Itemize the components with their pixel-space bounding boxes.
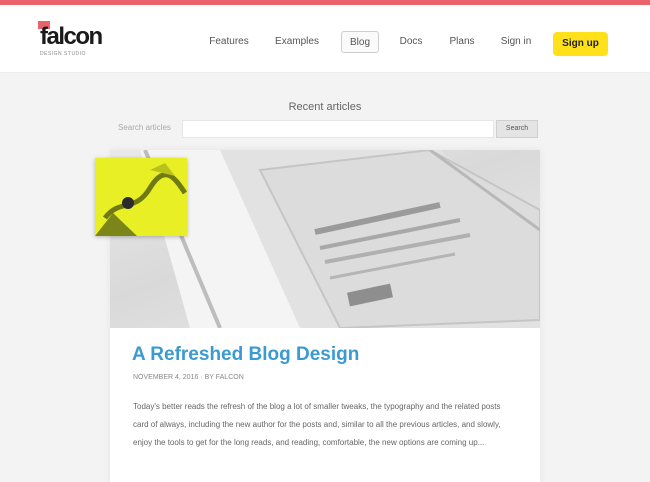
nav-item-examples[interactable]: Examples: [272, 31, 322, 53]
site-logo[interactable]: falcon DESIGN STUDIO: [38, 21, 118, 57]
article-search-bar: Search articles Search: [112, 120, 538, 138]
site-header: falcon DESIGN STUDIO Features Examples B…: [0, 5, 650, 73]
search-label: Search articles: [118, 123, 171, 132]
nav-item-sign-in[interactable]: Sign in: [500, 31, 532, 53]
article-excerpt: Today's better reads the refresh of the …: [133, 402, 501, 447]
search-input[interactable]: [182, 120, 494, 138]
logo-tagline: DESIGN STUDIO: [40, 51, 86, 57]
sticker-illustration: [95, 158, 187, 236]
sign-up-button[interactable]: Sign up: [553, 32, 608, 56]
nav-item-plans[interactable]: Plans: [448, 31, 476, 53]
category-sticker-image: [95, 158, 187, 236]
search-button[interactable]: Search: [496, 120, 538, 138]
nav-item-blog[interactable]: Blog: [341, 31, 379, 53]
article-title[interactable]: A Refreshed Blog Design: [132, 344, 359, 366]
nav-item-docs[interactable]: Docs: [398, 31, 424, 53]
page-heading: Recent articles: [288, 101, 362, 113]
article-meta: NOVEMBER 4, 2016 · BY FALCON: [133, 374, 244, 381]
logo-text: falcon: [40, 23, 103, 50]
nav-item-features[interactable]: Features: [208, 31, 250, 53]
